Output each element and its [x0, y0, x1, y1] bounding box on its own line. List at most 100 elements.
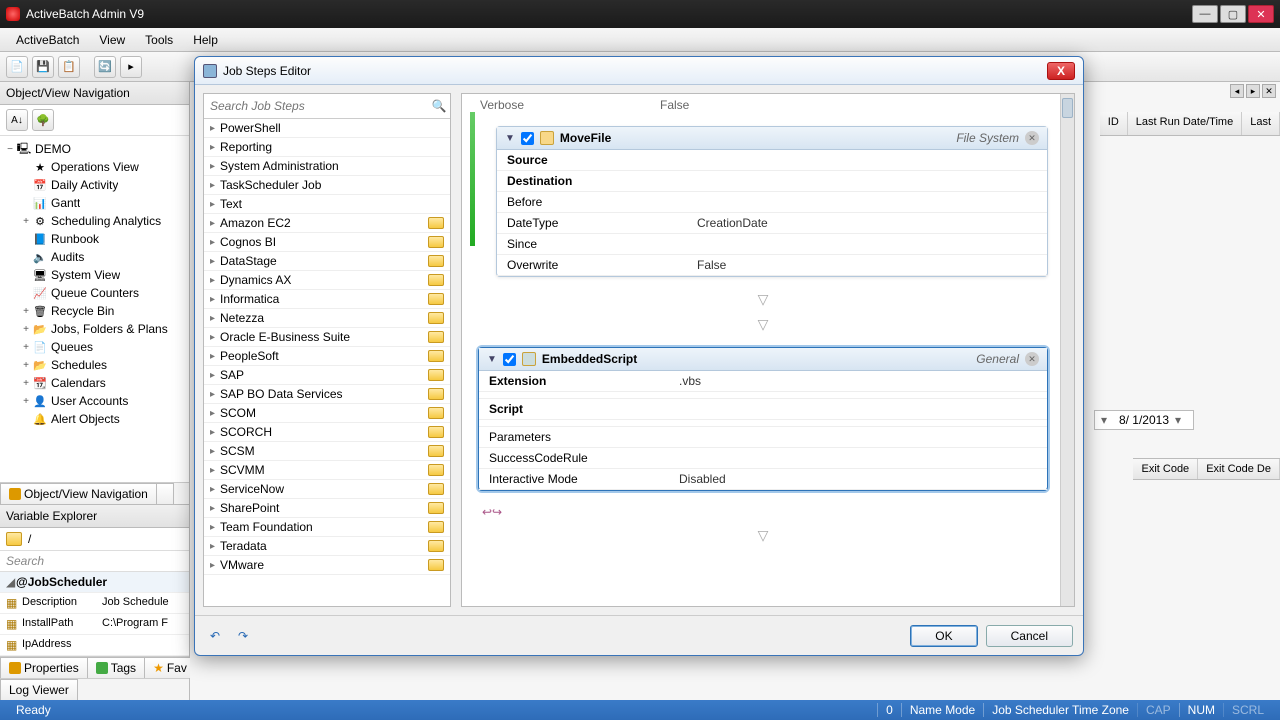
tree-expand-icon[interactable]: +	[20, 342, 32, 353]
script-refresh-icon[interactable]: ↩↪	[470, 501, 1056, 523]
step-item[interactable]: ▸ DataStage	[204, 252, 450, 271]
step-item[interactable]: ▸ Netezza	[204, 309, 450, 328]
step-item[interactable]: ▸ SAP BO Data Services	[204, 385, 450, 404]
menu-tools[interactable]: Tools	[135, 30, 183, 50]
tab-extra[interactable]	[156, 483, 174, 504]
step-expand-icon[interactable]: ▸	[210, 161, 220, 172]
prop-row[interactable]: Script	[479, 399, 1047, 420]
prop-row[interactable]: Source	[497, 150, 1047, 171]
tree-expand-icon[interactable]: +	[20, 216, 32, 227]
tool-job[interactable]: 📋	[58, 56, 80, 78]
tool-step[interactable]: ▸	[120, 56, 142, 78]
step-item[interactable]: ▸ SCSM	[204, 442, 450, 461]
step-item[interactable]: ▸ Teradata	[204, 537, 450, 556]
step-expand-icon[interactable]: ▸	[210, 123, 220, 134]
step-item[interactable]: ▸ SAP	[204, 366, 450, 385]
step-item[interactable]: ▸ SCVMM	[204, 461, 450, 480]
col-id[interactable]: ID	[1100, 112, 1128, 135]
embeddedscript-block[interactable]: ▼ EmbeddedScript General ✕ Extension.vbs…	[478, 347, 1048, 491]
step-item[interactable]: ▸ Oracle E-Business Suite	[204, 328, 450, 347]
step-expand-icon[interactable]: ▸	[210, 142, 220, 153]
tree-item[interactable]: + 📄 Queues	[2, 338, 187, 356]
prop-row[interactable]: Since	[497, 234, 1047, 255]
prop-row[interactable]: Parameters	[479, 427, 1047, 448]
tree-root[interactable]: − 🖳 DEMO	[2, 140, 187, 158]
drop-target-1[interactable]: ▽	[470, 287, 1056, 312]
menu-help[interactable]: Help	[183, 30, 228, 50]
step-expand-icon[interactable]: ▸	[210, 332, 220, 343]
tree-item[interactable]: + 📆 Calendars	[2, 374, 187, 392]
tree-expand-icon[interactable]: +	[20, 306, 32, 317]
tree-expand-icon[interactable]: +	[20, 360, 32, 371]
prop-row[interactable]: DateTypeCreationDate	[497, 213, 1047, 234]
tab-log-viewer[interactable]: Log Viewer	[0, 679, 78, 700]
prop-row[interactable]	[479, 420, 1047, 427]
tool-open[interactable]: 💾	[32, 56, 54, 78]
tree-item[interactable]: 📘 Runbook	[2, 230, 187, 248]
step-item[interactable]: ▸ Text	[204, 195, 450, 214]
step-item[interactable]: ▸ VMware	[204, 556, 450, 575]
step-expand-icon[interactable]: ▸	[210, 560, 220, 571]
step-expand-icon[interactable]: ▸	[210, 427, 220, 438]
menu-activebatch[interactable]: ActiveBatch	[6, 30, 89, 50]
tree-item[interactable]: + ⚙ Scheduling Analytics	[2, 212, 187, 230]
col-last-run[interactable]: Last Run Date/Time	[1128, 112, 1242, 135]
tree-expand-icon[interactable]: +	[20, 396, 32, 407]
tree-item[interactable]: + 👤 User Accounts	[2, 392, 187, 410]
var-section[interactable]: ◢ @JobScheduler	[0, 572, 189, 593]
step-item[interactable]: ▸ System Administration	[204, 157, 450, 176]
nav-tree-icon[interactable]: 🌳	[32, 109, 54, 131]
step-expand-icon[interactable]: ▸	[210, 199, 220, 210]
prop-row[interactable]: Before	[497, 192, 1047, 213]
step-item[interactable]: ▸ TaskScheduler Job	[204, 176, 450, 195]
tab-tags[interactable]: Tags	[87, 657, 145, 678]
step-expand-icon[interactable]: ▸	[210, 313, 220, 324]
tool-new[interactable]: 📄	[6, 56, 28, 78]
tree-item[interactable]: + 📂 Jobs, Folders & Plans	[2, 320, 187, 338]
step-expand-icon[interactable]: ▸	[210, 218, 220, 229]
embeddedscript-enable-checkbox[interactable]	[503, 353, 516, 366]
tab-properties[interactable]: Properties	[0, 657, 88, 678]
date-dec-icon[interactable]: ▾	[1101, 413, 1113, 427]
step-expand-icon[interactable]: ▸	[210, 370, 220, 381]
step-item[interactable]: ▸ Informatica	[204, 290, 450, 309]
col-exit-code[interactable]: Exit Code	[1133, 459, 1198, 479]
col-exit-code-desc[interactable]: Exit Code De	[1198, 459, 1280, 479]
dialog-close-button[interactable]: X	[1047, 62, 1075, 80]
drop-target-3[interactable]: ▽	[470, 523, 1056, 548]
step-item[interactable]: ▸ Dynamics AX	[204, 271, 450, 290]
step-expand-icon[interactable]: ▸	[210, 484, 220, 495]
step-expand-icon[interactable]: ▸	[210, 503, 220, 514]
step-item[interactable]: ▸ Team Foundation	[204, 518, 450, 537]
var-row[interactable]: ▦DescriptionJob Schedule	[0, 593, 189, 614]
embeddedscript-collapse-icon[interactable]: ▼	[487, 354, 497, 365]
prop-row[interactable]: OverwriteFalse	[497, 255, 1047, 276]
search-icon[interactable]: 🔍	[430, 96, 448, 116]
prop-row[interactable]: Destination	[497, 171, 1047, 192]
step-item[interactable]: ▸ SCOM	[204, 404, 450, 423]
tab-obj-view-nav[interactable]: Object/View Navigation	[0, 483, 157, 504]
date-dropdown-icon[interactable]: ▾	[1175, 413, 1187, 427]
step-expand-icon[interactable]: ▸	[210, 275, 220, 286]
step-item[interactable]: ▸ SCORCH	[204, 423, 450, 442]
step-item[interactable]: ▸ SharePoint	[204, 499, 450, 518]
steps-list[interactable]: ▸ PowerShell ▸ Reporting ▸ System Admini…	[204, 119, 450, 606]
movefile-block[interactable]: ▼ MoveFile File System ✕ SourceDestinati…	[496, 126, 1048, 277]
prop-row[interactable]	[479, 392, 1047, 399]
tree-expand-icon[interactable]: +	[20, 324, 32, 335]
step-item[interactable]: ▸ PeopleSoft	[204, 347, 450, 366]
step-expand-icon[interactable]: ▸	[210, 541, 220, 552]
tab-fav[interactable]: ★Fav	[144, 657, 196, 678]
step-expand-icon[interactable]: ▸	[210, 180, 220, 191]
step-item[interactable]: ▸ Reporting	[204, 138, 450, 157]
step-expand-icon[interactable]: ▸	[210, 256, 220, 267]
panel-next-icon[interactable]: ▸	[1246, 84, 1260, 98]
step-expand-icon[interactable]: ▸	[210, 522, 220, 533]
step-expand-icon[interactable]: ▸	[210, 294, 220, 305]
step-expand-icon[interactable]: ▸	[210, 389, 220, 400]
step-item[interactable]: ▸ Amazon EC2	[204, 214, 450, 233]
step-expand-icon[interactable]: ▸	[210, 237, 220, 248]
cancel-button[interactable]: Cancel	[986, 625, 1073, 647]
step-expand-icon[interactable]: ▸	[210, 465, 220, 476]
movefile-remove-icon[interactable]: ✕	[1025, 131, 1039, 145]
